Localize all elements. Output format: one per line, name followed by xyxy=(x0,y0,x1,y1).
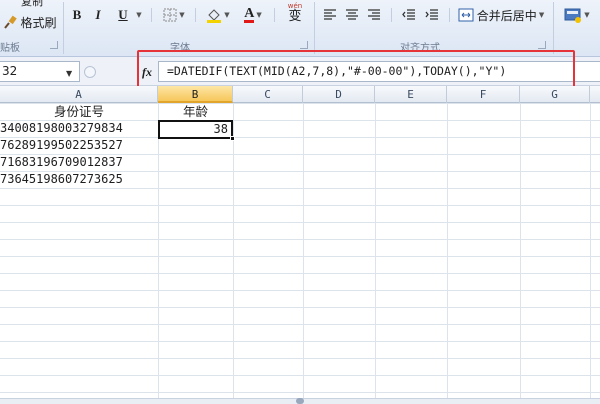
underline-button[interactable]: U xyxy=(116,5,130,25)
copy-label: 复制 xyxy=(21,0,43,8)
chevron-down-icon[interactable]: ▼ xyxy=(66,69,72,78)
divider xyxy=(195,8,196,22)
increase-indent-icon xyxy=(425,9,438,20)
cell-a2[interactable]: 34008198003279834 xyxy=(0,120,158,137)
fill-handle[interactable] xyxy=(230,136,235,141)
divider xyxy=(274,8,275,22)
scrollbar-thumb[interactable] xyxy=(296,398,304,404)
gridline xyxy=(375,103,376,398)
format-painter-label: 格式刷 xyxy=(20,15,57,30)
gridline xyxy=(590,103,591,398)
cell-a4[interactable]: 71683196709012837 xyxy=(0,154,158,171)
sheet-grid[interactable]: 身份证号 年龄 34008198003279834 76289199502253… xyxy=(0,103,600,398)
merge-center-button[interactable]: 合并后居中 ▼ xyxy=(454,5,548,25)
decrease-indent-icon xyxy=(402,9,415,20)
column-header-f[interactable]: F xyxy=(447,86,520,103)
chevron-down-icon: ▼ xyxy=(584,11,590,19)
copy-button[interactable]: 复制 xyxy=(2,0,62,11)
group-divider xyxy=(314,2,315,54)
font-color-button[interactable]: A ▼ xyxy=(238,5,268,25)
align-left-button[interactable] xyxy=(321,5,339,25)
cell-b1[interactable]: 年龄 xyxy=(158,103,233,120)
column-header-e[interactable]: E xyxy=(375,86,447,103)
cell-a3[interactable]: 76289199502253527 xyxy=(0,137,158,154)
cell-a1[interactable]: 身份证号 xyxy=(0,103,158,120)
column-header-d[interactable]: D xyxy=(303,86,375,103)
format-painter-button[interactable]: 格式刷 xyxy=(0,12,60,32)
gridline xyxy=(158,103,159,398)
gridline xyxy=(447,103,448,398)
chevron-down-icon: ▼ xyxy=(136,11,142,19)
column-header-g[interactable]: G xyxy=(520,86,590,103)
brush-icon xyxy=(4,15,18,29)
paint-bucket-icon xyxy=(207,9,222,23)
divider xyxy=(391,8,392,22)
column-header-b[interactable]: B xyxy=(158,86,233,103)
font-launcher-icon[interactable] xyxy=(300,41,308,49)
expand-icon[interactable] xyxy=(84,66,96,78)
number-format-icon xyxy=(564,8,582,23)
merge-center-label: 合并后居中 xyxy=(476,8,537,23)
cell-a5[interactable]: 73645198607273625 xyxy=(0,171,158,188)
bold-button[interactable]: B xyxy=(68,5,86,25)
column-header-c[interactable]: C xyxy=(233,86,303,103)
divider xyxy=(449,8,450,22)
chevron-down-icon: ▼ xyxy=(224,11,230,19)
align-right-icon xyxy=(368,9,380,20)
group-divider xyxy=(553,2,554,54)
gridline xyxy=(303,103,304,398)
clipboard-group-label: 贴板 xyxy=(0,43,20,54)
border-icon xyxy=(163,8,177,22)
divider xyxy=(151,8,152,22)
chevron-down-icon: ▼ xyxy=(538,11,545,19)
alignment-launcher-icon[interactable] xyxy=(538,41,546,49)
phonetic-char: 变 xyxy=(288,9,302,24)
fill-color-button[interactable]: ▼ xyxy=(203,5,233,25)
gridline xyxy=(520,103,521,398)
phonetic-guide-button[interactable]: wén 变 xyxy=(280,0,310,26)
chevron-down-icon: ▼ xyxy=(179,11,185,19)
border-button[interactable]: ▼ xyxy=(160,5,188,25)
column-header-a[interactable]: A xyxy=(0,86,158,103)
align-right-button[interactable] xyxy=(365,5,383,25)
underline-dropdown[interactable]: ▼ xyxy=(133,5,143,25)
increase-indent-button[interactable] xyxy=(423,5,441,25)
font-color-label: A xyxy=(244,6,255,23)
number-format-button[interactable]: ▼ xyxy=(560,5,594,25)
chevron-down-icon: ▼ xyxy=(256,11,262,19)
clipboard-launcher-icon[interactable] xyxy=(50,41,58,49)
decrease-indent-button[interactable] xyxy=(400,5,418,25)
italic-button[interactable]: I xyxy=(91,5,105,25)
group-divider xyxy=(63,2,64,54)
active-cell-border xyxy=(158,120,233,139)
ribbon: 复制 格式刷 贴板 B I U ▼ ▼ ▼ A ▼ wén 变 字体 合并后居中… xyxy=(0,0,600,57)
align-left-icon xyxy=(324,9,336,20)
align-center-icon xyxy=(346,9,358,20)
gridline xyxy=(233,103,234,398)
align-center-button[interactable] xyxy=(343,5,361,25)
column-headers: A B C D E F G xyxy=(0,86,600,103)
merge-cells-icon xyxy=(458,8,474,22)
